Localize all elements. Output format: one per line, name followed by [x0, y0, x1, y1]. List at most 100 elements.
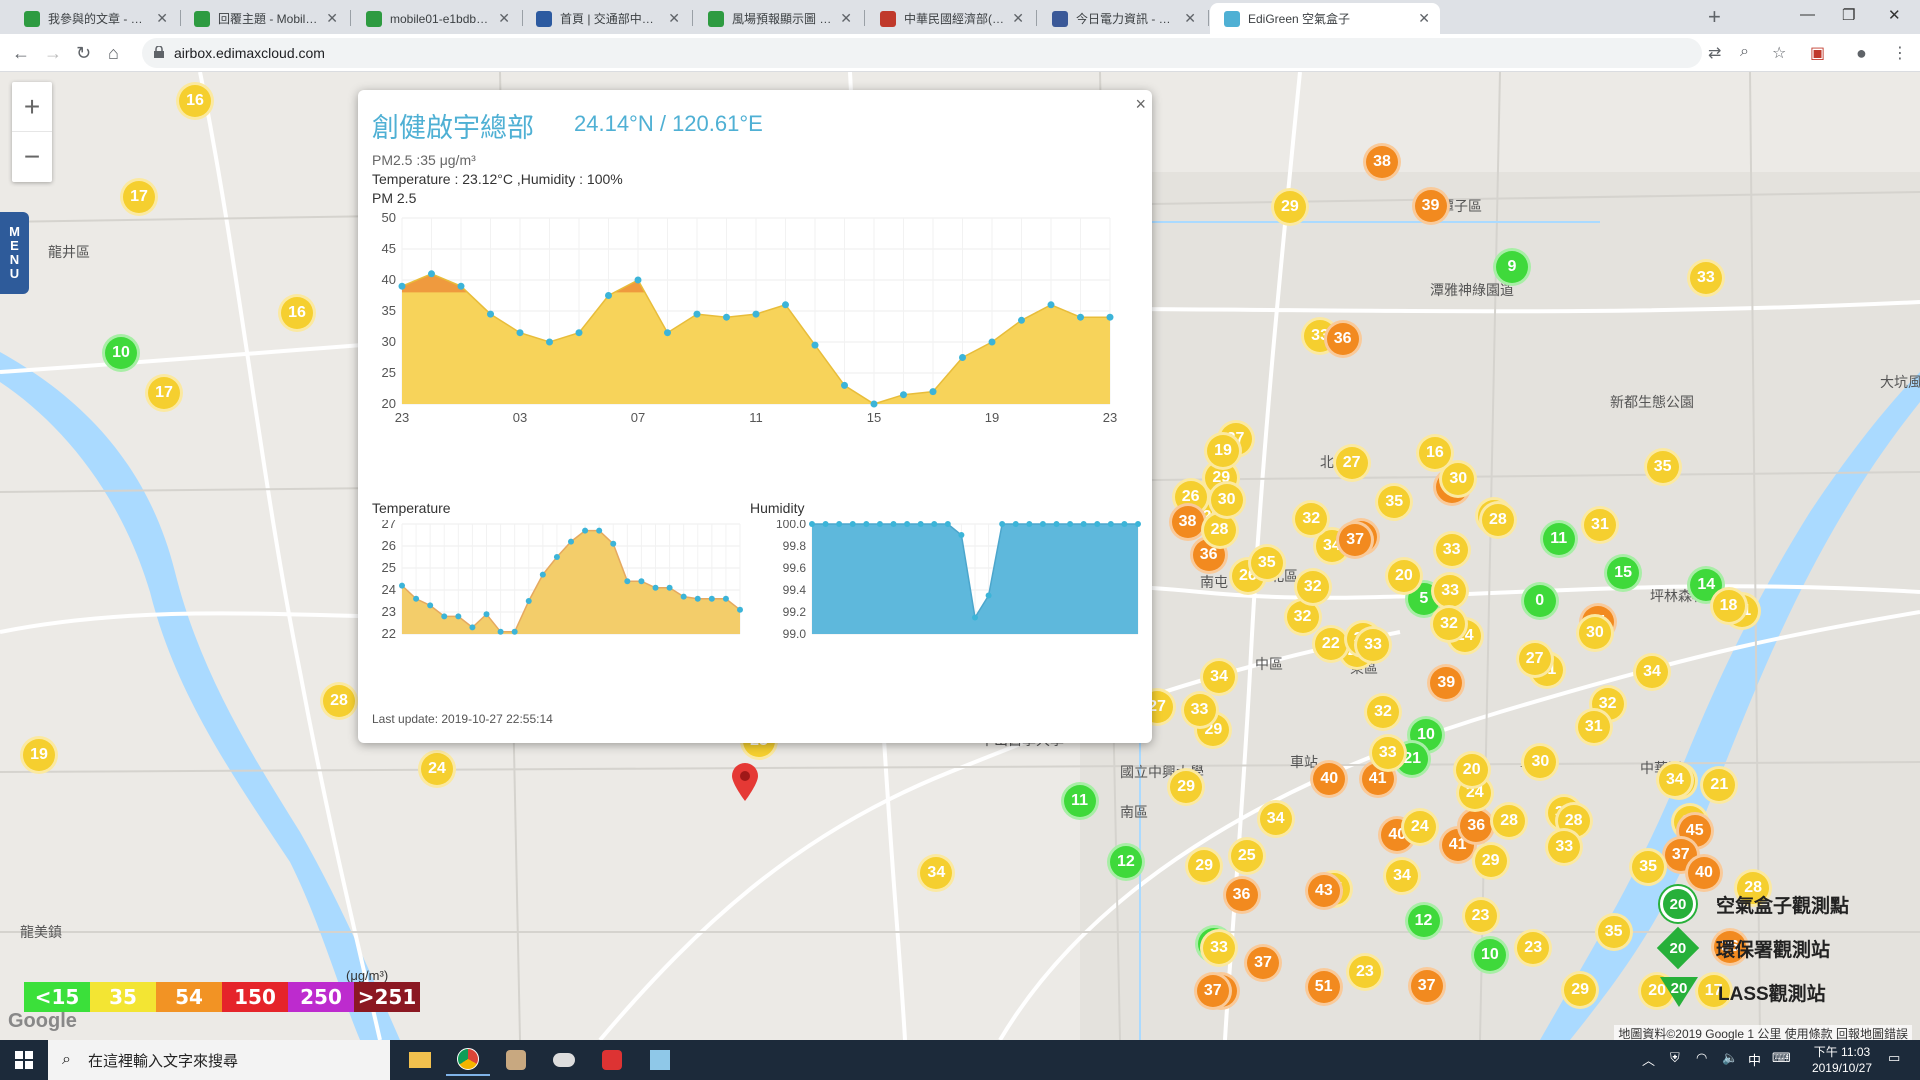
browser-tab[interactable]: 回覆主題 - Mobile01 ✕ [180, 3, 348, 34]
pm25-marker[interactable]: 27 [1515, 639, 1554, 678]
forward-icon[interactable]: → [44, 40, 62, 66]
pm25-marker[interactable]: 40 [1310, 759, 1349, 798]
pm25-marker[interactable]: 9 [1492, 247, 1531, 286]
pm25-marker[interactable]: 35 [1247, 544, 1286, 583]
reload-icon[interactable]: ↻ [76, 40, 91, 66]
extension-icon[interactable]: ▣ [1810, 43, 1825, 63]
pm25-marker[interactable]: 34 [1633, 652, 1672, 691]
close-window-icon[interactable]: ✕ [1888, 6, 1901, 24]
tab-close-icon[interactable]: ✕ [668, 10, 680, 27]
volume-icon[interactable]: 🔈 [1722, 1050, 1738, 1066]
pm25-marker[interactable]: 27 [1332, 444, 1371, 483]
home-icon[interactable]: ⌂ [108, 40, 119, 66]
restore-icon[interactable]: ❐ [1842, 6, 1855, 24]
pm25-marker[interactable]: 34 [1383, 856, 1421, 895]
pm25-marker[interactable]: 34 [1655, 760, 1694, 799]
pm25-marker[interactable]: 38 [1362, 142, 1401, 181]
app-icon-4[interactable] [638, 1044, 682, 1076]
browser-tab[interactable]: mobile01-e1bdb315aaae ✕ [352, 3, 520, 34]
start-button[interactable] [0, 1040, 48, 1080]
pm25-marker[interactable]: 30 [1207, 481, 1246, 520]
pm25-marker[interactable]: 43 [1304, 872, 1343, 911]
popup-close-button[interactable]: × [1135, 94, 1146, 115]
pm25-marker[interactable]: 37 [1407, 967, 1446, 1006]
pm25-marker[interactable]: 0 [1520, 582, 1559, 621]
app-icon-2[interactable] [542, 1044, 586, 1076]
pm25-marker[interactable]: 12 [1106, 842, 1145, 881]
tab-close-icon[interactable]: ✕ [840, 10, 852, 27]
pm25-marker[interactable]: 16 [1415, 434, 1454, 473]
pm25-marker[interactable]: 32 [1430, 604, 1469, 643]
back-icon[interactable]: ← [12, 40, 30, 66]
pm25-marker[interactable]: 31 [1574, 707, 1613, 746]
pm25-marker[interactable]: 19 [1203, 432, 1242, 471]
zoom-in-button[interactable]: + [12, 82, 52, 132]
pm25-marker[interactable]: 39 [1411, 186, 1450, 225]
browser-tab[interactable]: EdiGreen 空氣盒子 ✕ [1210, 3, 1440, 34]
pm25-marker[interactable]: 33 [1180, 691, 1219, 730]
pm25-marker[interactable]: 18 [1709, 586, 1748, 625]
pm25-marker[interactable]: 31 [1580, 505, 1619, 544]
location-pin-icon[interactable] [730, 762, 760, 802]
pm25-marker[interactable]: 10 [1470, 936, 1509, 975]
pm25-marker[interactable]: 34 [1200, 657, 1239, 696]
pm25-marker[interactable]: 20 [1452, 750, 1491, 789]
pm25-marker[interactable]: 38 [1168, 503, 1207, 542]
menu-button[interactable]: MENU [0, 212, 29, 294]
pm25-marker[interactable]: 16 [176, 82, 214, 120]
pm25-marker[interactable]: 12 [1404, 901, 1443, 940]
taskbar-clock[interactable]: 下午 11:03 2019/10/27 [1812, 1044, 1872, 1076]
taskbar-search[interactable]: ⌕ 在這裡輸入文字來搜尋 [48, 1040, 390, 1080]
tab-close-icon[interactable]: ✕ [1418, 10, 1430, 27]
pm25-marker[interactable]: 23 [1461, 897, 1500, 936]
pm25-marker[interactable]: 11 [1539, 520, 1578, 559]
pm25-marker[interactable]: 33 [1354, 626, 1393, 665]
pm25-marker[interactable]: 36 [1323, 319, 1362, 358]
menu-dots-icon[interactable]: ⋮ [1892, 43, 1908, 63]
pm25-marker[interactable]: 34 [917, 853, 956, 892]
translate-icon[interactable]: ⇄ [1708, 43, 1721, 63]
browser-tab[interactable]: 中華民國經濟部(Ministry of ✕ [866, 3, 1034, 34]
tab-close-icon[interactable]: ✕ [1012, 10, 1024, 27]
notification-icon[interactable]: ▭ [1888, 1050, 1900, 1066]
bookmark-star-icon[interactable]: ☆ [1772, 43, 1786, 63]
pm25-marker[interactable]: 15 [1604, 553, 1643, 592]
minimize-icon[interactable]: — [1800, 6, 1815, 23]
pm25-marker[interactable]: 19 [20, 736, 58, 774]
pm25-marker[interactable]: 29 [1270, 187, 1309, 226]
tab-close-icon[interactable]: ✕ [498, 10, 510, 27]
pm25-marker[interactable]: 28 [1490, 802, 1529, 841]
pm25-marker[interactable]: 24 [1400, 807, 1439, 846]
browser-tab[interactable]: 今日電力資訊 - 電力供需資 ✕ [1038, 3, 1206, 34]
pm25-marker[interactable]: 30 [1521, 742, 1560, 781]
app-icon[interactable] [494, 1044, 538, 1076]
pm25-marker[interactable]: 10 [102, 334, 140, 372]
pm25-marker[interactable]: 29 [1471, 841, 1510, 880]
chrome-icon[interactable] [446, 1044, 490, 1076]
pm25-marker[interactable]: 17 [145, 374, 183, 412]
tab-close-icon[interactable]: ✕ [326, 10, 338, 27]
ime-indicator[interactable]: 中 [1748, 1050, 1761, 1069]
profile-icon[interactable]: ● [1856, 43, 1867, 64]
address-bar[interactable]: airbox.edimaxcloud.com [142, 38, 1702, 68]
browser-tab[interactable]: 風場預報顯示圖 | 交通部中央 ✕ [694, 3, 862, 34]
tab-close-icon[interactable]: ✕ [1184, 10, 1196, 27]
pm25-marker[interactable]: 35 [1643, 448, 1682, 487]
wifi-icon[interactable]: ◠ [1696, 1050, 1707, 1066]
zoom-out-button[interactable]: − [12, 132, 52, 182]
pm25-marker[interactable]: 28 [320, 682, 358, 720]
pm25-marker[interactable]: 33 [1432, 530, 1471, 569]
pm25-marker[interactable]: 51 [1304, 967, 1343, 1006]
tab-close-icon[interactable]: ✕ [156, 10, 168, 27]
tray-security-icon[interactable]: ⛨ [1670, 1050, 1680, 1066]
keyboard-icon[interactable]: ⌨ [1772, 1050, 1791, 1066]
browser-tab[interactable]: 我參與的文章 - Mobile01 ✕ [10, 3, 178, 34]
tray-chevron-icon[interactable]: ︿ [1642, 1050, 1655, 1069]
pm25-marker[interactable]: 25 [1227, 837, 1266, 876]
pm25-marker[interactable]: 20 [1384, 557, 1423, 595]
app-icon-3[interactable] [590, 1044, 634, 1076]
pm25-marker[interactable]: 24 [418, 750, 456, 788]
pm25-marker[interactable]: 33 [1686, 259, 1725, 298]
pm25-marker[interactable]: 33 [1368, 734, 1407, 773]
pm25-marker[interactable]: 16 [278, 294, 316, 332]
